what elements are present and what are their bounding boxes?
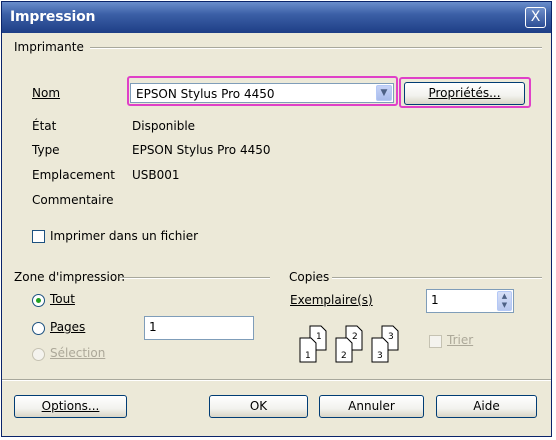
collate-checkbox	[429, 335, 442, 348]
print-to-file-checkbox[interactable]	[32, 230, 45, 243]
collate-set-2: 2 2	[335, 325, 363, 363]
pages-input-value: 1	[149, 320, 157, 334]
print-to-file-label: Imprimer dans un fichier	[50, 229, 199, 243]
collate-set-1: 1 1	[299, 325, 327, 363]
cancel-button-label: Annuler	[348, 399, 395, 413]
options-button[interactable]: Options...	[14, 395, 127, 418]
copies-divider	[332, 277, 542, 279]
collate-stack-icon: 1 1 2 2 3 3	[299, 325, 399, 363]
collate-set-3: 3 3	[371, 325, 399, 363]
ok-button-label: OK	[249, 399, 268, 413]
selection-radio	[32, 348, 45, 361]
copies-group-label: Copies	[289, 270, 330, 284]
copies-count-input[interactable]: 1 ▲ ▼	[426, 289, 514, 313]
close-icon[interactable]: X	[525, 7, 546, 28]
collate-set-1-back: 1	[316, 332, 322, 342]
printer-name-label: Nom	[32, 86, 61, 100]
print-range-group-label: Zone d'impression	[14, 270, 125, 284]
location-value: USB001	[132, 168, 180, 182]
type-label: Type	[32, 143, 60, 157]
help-button[interactable]: Aide	[436, 395, 537, 418]
status-label: État	[32, 119, 57, 133]
options-button-label: Options...	[41, 399, 100, 413]
copies-count-value: 1	[431, 293, 439, 307]
all-pages-label: Tout	[50, 292, 75, 306]
collate-set-3-back: 3	[388, 332, 394, 342]
dialog-title: Impression	[10, 9, 96, 25]
help-button-label: Aide	[473, 399, 500, 413]
type-value: EPSON Stylus Pro 4450	[132, 143, 271, 157]
pages-input[interactable]: 1	[144, 316, 254, 340]
spinner-arrows-icon[interactable]: ▲ ▼	[497, 291, 512, 311]
collate-set-2-back: 2	[352, 332, 358, 342]
printer-group-label: Imprimante	[14, 40, 84, 54]
print-dialog: Impression X Imprimante Nom EPSON Stylus…	[1, 1, 552, 437]
pages-radio[interactable]	[32, 322, 45, 335]
printer-name-highlight	[127, 76, 398, 106]
all-pages-radio[interactable]	[32, 294, 45, 307]
copies-count-label: Exemplaire(s)	[290, 293, 373, 307]
printer-group-divider	[90, 47, 542, 49]
footer-separator-light	[2, 380, 551, 381]
copies-count-text: Exemplaire(s)	[290, 293, 373, 307]
selection-label: Sélection	[50, 346, 106, 360]
comment-label: Commentaire	[32, 193, 114, 207]
location-label: Emplacement	[32, 168, 115, 182]
cancel-button[interactable]: Annuler	[319, 395, 424, 418]
collate-set-3-front: 3	[377, 351, 383, 361]
collate-label: Trier	[447, 333, 474, 347]
ok-button[interactable]: OK	[209, 395, 308, 418]
collate-set-2-front: 2	[341, 351, 347, 361]
status-value: Disponible	[132, 119, 196, 133]
pages-label: Pages	[50, 320, 86, 334]
title-bar: Impression X	[2, 2, 551, 33]
properties-highlight	[399, 77, 531, 108]
print-range-divider	[120, 277, 270, 279]
collate-set-1-front: 1	[305, 351, 311, 361]
